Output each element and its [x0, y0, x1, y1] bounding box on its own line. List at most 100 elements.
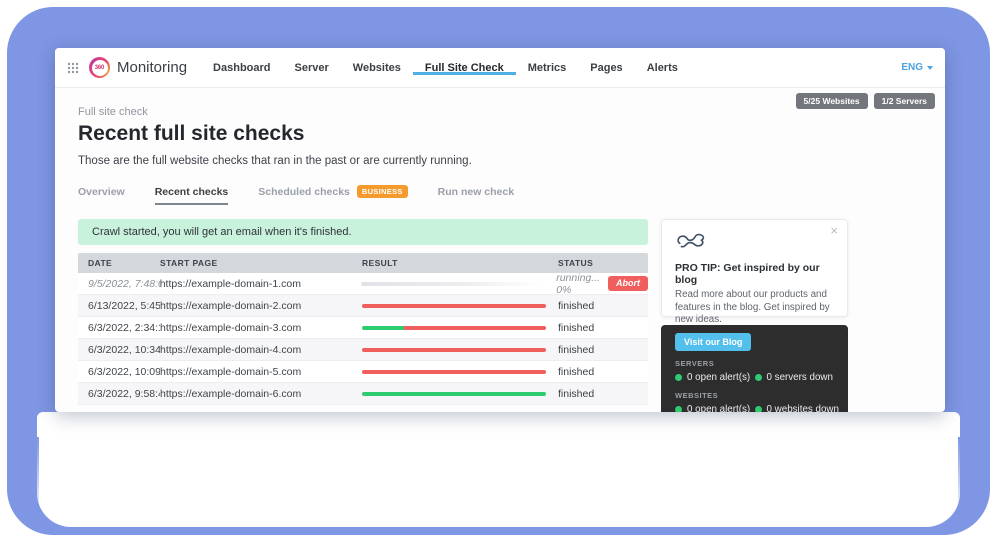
top-navbar: 360 Monitoring Dashboard Server Websites Fu… — [55, 48, 945, 88]
app-window: 360 Monitoring Dashboard Server Websites Fu… — [55, 48, 945, 412]
success-banner: Crawl started, you will get an email whe… — [78, 219, 648, 245]
nav-item-websites[interactable]: Websites — [341, 62, 413, 74]
logo-360-text: 360 — [92, 60, 108, 76]
row-start-page: https://example-domain-1.com — [160, 278, 361, 290]
tab-recent-checks[interactable]: Recent checks — [155, 186, 229, 205]
tab-scheduled-checks[interactable]: Scheduled checks BUSINESS — [258, 185, 407, 205]
progress-segment — [362, 370, 546, 374]
progress-segment — [362, 392, 546, 396]
page-subtitle: Those are the full website checks that r… — [78, 155, 922, 167]
table-row[interactable]: 9/5/2022, 7:48:09 AM https://example-dom… — [78, 273, 648, 295]
nav-item-metrics[interactable]: Metrics — [516, 62, 579, 74]
nav-item-label: Server — [295, 62, 329, 74]
row-status: finished — [558, 300, 594, 312]
row-date: 6/3/2022, 9:58:42 AM — [78, 388, 160, 400]
tab-run-new-check[interactable]: Run new check — [438, 186, 514, 205]
nav-item-full-site-check[interactable]: Full Site Check — [413, 62, 516, 74]
row-status: finished — [558, 344, 594, 356]
row-date: 6/13/2022, 5:45:34 PM — [78, 300, 160, 312]
tab-label: Overview — [78, 186, 125, 198]
status-item: 0 open alert(s) — [675, 404, 755, 412]
progress-segment — [362, 348, 546, 352]
row-date: 9/5/2022, 7:48:09 AM — [78, 278, 160, 290]
nav-item-pages[interactable]: Pages — [578, 62, 634, 74]
status-item: 0 websites down — [755, 404, 835, 412]
row-status: finished — [558, 388, 594, 400]
quota-badge: 5/25 Websites — [796, 93, 868, 109]
logo-360-icon[interactable]: 360 — [89, 57, 110, 78]
nav-item-alerts[interactable]: Alerts — [635, 62, 690, 74]
nav-item-label: Pages — [590, 62, 622, 74]
row-status: running... 0% — [556, 272, 600, 296]
page-title: Recent full site checks — [78, 122, 922, 146]
table-row[interactable]: 6/13/2022, 5:45:34 PM https://example-do… — [78, 295, 648, 317]
result-progress-bar — [362, 392, 546, 396]
abort-button[interactable]: Abort — [608, 276, 648, 291]
row-date: 6/3/2022, 2:34:15 PM — [78, 322, 160, 334]
main-column: Crawl started, you will get an email whe… — [78, 219, 648, 405]
tab-bar: Overview Recent checks Scheduled checks … — [78, 185, 922, 205]
result-progress-bar — [362, 326, 546, 330]
protip-body: Read more about our products and feature… — [675, 289, 834, 327]
nav-item-server[interactable]: Server — [283, 62, 341, 74]
row-start-page: https://example-domain-6.com — [160, 388, 362, 400]
tab-label: Scheduled checks — [258, 186, 350, 198]
nav-item-label: Alerts — [647, 62, 678, 74]
progress-segment — [362, 304, 546, 308]
main-nav: Dashboard Server Websites Full Site Check Me… — [201, 62, 690, 74]
brand-name: Monitoring — [117, 59, 187, 76]
progress-segment — [362, 326, 404, 330]
apps-grid-icon[interactable] — [67, 62, 79, 74]
nav-item-dashboard[interactable]: Dashboard — [201, 62, 282, 74]
result-progress-bar — [362, 348, 546, 352]
navbar-left: 360 Monitoring Dashboard Server Websites Fu… — [67, 48, 690, 87]
status-sections: SERVERS 0 open alert(s) 0 servers down W… — [675, 359, 834, 412]
status-item: 0 servers down — [755, 372, 835, 383]
progress-segment — [404, 326, 546, 330]
table-row[interactable]: 6/3/2022, 10:34:24 AM https://example-do… — [78, 339, 648, 361]
tab-overview[interactable]: Overview — [78, 186, 125, 205]
table-row[interactable]: 6/3/2022, 2:34:15 PM https://example-dom… — [78, 317, 648, 339]
table-header: DATE START PAGE RESULT STATUS — [78, 253, 648, 273]
nav-item-label: Dashboard — [213, 62, 270, 74]
visit-blog-button[interactable]: Visit our Blog — [675, 333, 751, 351]
backdrop-cutout — [37, 412, 960, 527]
green-dot-icon — [675, 406, 682, 412]
row-date: 6/3/2022, 10:34:24 AM — [78, 344, 160, 356]
tab-label: Recent checks — [155, 186, 229, 198]
backdrop-fade-left — [25, 437, 39, 517]
row-start-page: https://example-domain-2.com — [160, 300, 362, 312]
columns: Crawl started, you will get an email whe… — [78, 219, 922, 412]
table-row[interactable]: 6/3/2022, 10:09:40 AM https://example-do… — [78, 361, 648, 383]
row-start-page: https://example-domain-3.com — [160, 322, 362, 334]
result-progress-bar — [361, 282, 544, 286]
green-dot-icon — [675, 374, 682, 381]
protip-card: × PRO TIP: Get inspired by our blog Read… — [661, 219, 848, 317]
table-body: 9/5/2022, 7:48:09 AM https://example-dom… — [78, 273, 648, 405]
status-item: 0 open alert(s) — [675, 372, 755, 383]
quota-badges: 5/25 Websites1/2 Servers — [796, 93, 935, 109]
result-progress-bar — [362, 304, 546, 308]
tab-label: Run new check — [438, 186, 514, 198]
row-status: finished — [558, 366, 594, 378]
page-content: 5/25 Websites1/2 Servers Full site check… — [55, 88, 945, 412]
nav-item-label: Full Site Check — [425, 62, 504, 74]
business-badge: BUSINESS — [357, 185, 408, 198]
protip-title: PRO TIP: Get inspired by our blog — [675, 262, 834, 286]
language-selector[interactable]: ENG — [901, 62, 933, 73]
nav-item-label: Metrics — [528, 62, 567, 74]
protip-doodle-icon — [675, 230, 707, 252]
result-progress-bar — [362, 370, 546, 374]
language-label: ENG — [901, 62, 923, 73]
green-dot-icon — [755, 374, 762, 381]
status-section: SERVERS 0 open alert(s) 0 servers down — [675, 359, 834, 383]
row-status: finished — [558, 322, 594, 334]
column-header-date: DATE — [78, 258, 160, 268]
row-start-page: https://example-domain-4.com — [160, 344, 362, 356]
table-row[interactable]: 6/3/2022, 9:58:42 AM https://example-dom… — [78, 383, 648, 405]
close-icon[interactable]: × — [830, 224, 838, 237]
green-dot-icon — [755, 406, 762, 412]
status-section-label: WEBSITES — [675, 391, 834, 400]
backdrop-fade-right — [958, 437, 972, 517]
row-start-page: https://example-domain-5.com — [160, 366, 362, 378]
